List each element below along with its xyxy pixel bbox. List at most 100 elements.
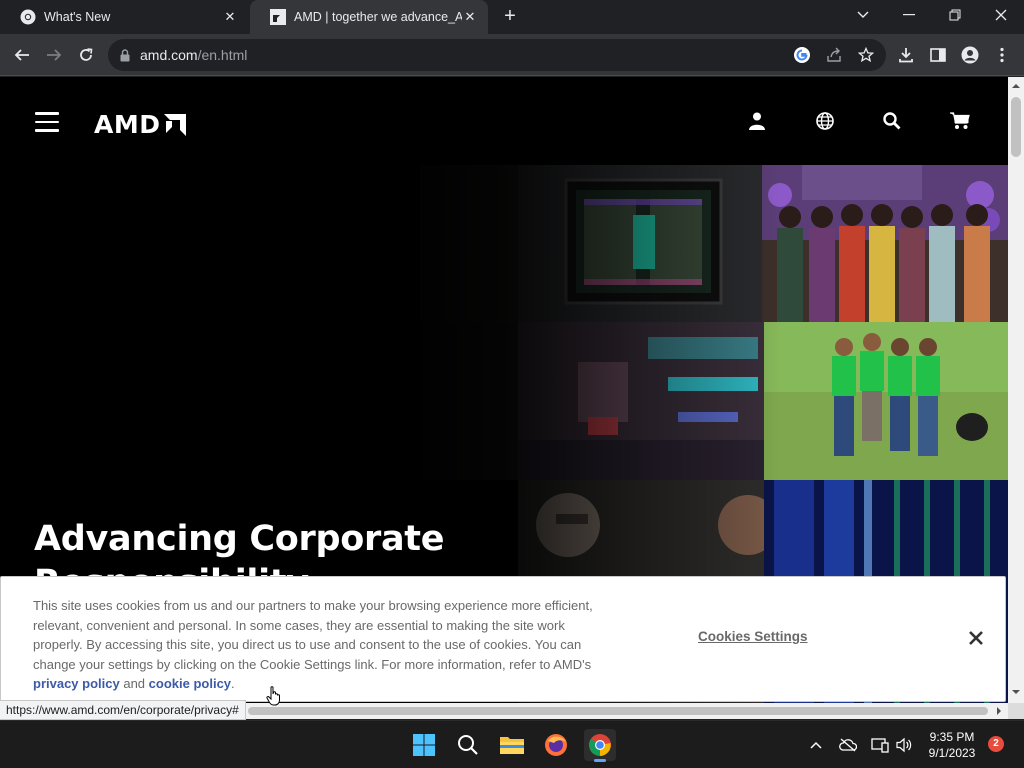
chevron-down-icon	[857, 11, 869, 18]
network-icon	[871, 738, 889, 753]
windows-taskbar: 9:35 PM 9/1/2023	[0, 720, 1024, 768]
vertical-scrollbar[interactable]	[1008, 77, 1024, 703]
network-button[interactable]	[870, 735, 890, 755]
download-icon	[899, 48, 913, 63]
cart-button[interactable]	[949, 110, 971, 132]
taskbar-clock[interactable]: 9:35 PM 9/1/2023	[918, 729, 986, 761]
restore-icon	[949, 9, 961, 21]
amd-favicon-icon	[270, 9, 286, 25]
close-icon	[969, 631, 983, 645]
google-icon	[794, 47, 810, 63]
cookie-end-punct: .	[231, 676, 235, 692]
vertical-scroll-thumb[interactable]	[1011, 97, 1021, 157]
chevron-up-icon	[810, 741, 822, 749]
url-host: amd.com	[140, 47, 198, 63]
tab-amd[interactable]: AMD | together we advance_AI ✕	[250, 0, 488, 34]
arrow-left-icon	[14, 49, 29, 61]
tab-search-button[interactable]	[840, 0, 886, 30]
clock-time: 9:35 PM	[929, 730, 975, 744]
downloads-button[interactable]	[895, 44, 917, 66]
bookmark-button[interactable]	[855, 44, 877, 66]
share-button[interactable]	[823, 44, 845, 66]
site-search-button[interactable]	[881, 110, 903, 132]
tab-title: AMD | together we advance_AI	[294, 10, 462, 24]
more-vertical-icon	[1000, 47, 1004, 63]
side-panel-icon	[930, 48, 946, 62]
speaker-icon	[896, 737, 912, 753]
arrow-right-icon	[47, 49, 62, 61]
tab-close-icon[interactable]: ✕	[462, 9, 478, 25]
url-path: /en.html	[197, 47, 248, 63]
onedrive-button[interactable]	[838, 735, 858, 755]
language-button[interactable]	[814, 110, 836, 132]
notification-badge[interactable]: 2	[988, 736, 1004, 752]
horizontal-scroll-thumb[interactable]	[248, 707, 988, 715]
reload-icon	[80, 48, 93, 61]
reload-button[interactable]	[74, 43, 98, 67]
cookie-body-text: This site uses cookies from us and our p…	[33, 598, 593, 672]
firefox-button[interactable]	[540, 729, 572, 761]
hero-image-womens-forum	[762, 165, 1008, 322]
privacy-policy-link[interactable]: privacy policy	[33, 676, 120, 691]
minimize-icon	[903, 14, 915, 16]
site-header: AMD	[0, 77, 1008, 165]
google-lens-button[interactable]	[791, 44, 813, 66]
active-app-indicator	[594, 759, 606, 762]
scroll-down-icon[interactable]	[1008, 685, 1024, 699]
tab-title: What's New	[44, 10, 111, 24]
cart-icon	[950, 112, 970, 129]
globe-icon	[816, 112, 834, 130]
restore-button[interactable]	[932, 0, 978, 30]
search-icon	[458, 735, 478, 755]
scroll-up-icon[interactable]	[1008, 79, 1024, 93]
forward-button[interactable]	[42, 43, 66, 67]
hamburger-line	[35, 129, 59, 132]
windows-logo-icon	[413, 734, 435, 756]
chrome-favicon-icon	[20, 9, 36, 25]
taskbar-search-button[interactable]	[452, 729, 484, 761]
cookies-settings-button[interactable]: Cookies Settings	[698, 629, 808, 644]
page-viewport: AMD Advancing Corporate This site uses c…	[0, 77, 1008, 703]
show-hidden-icons-button[interactable]	[806, 735, 826, 755]
new-tab-button[interactable]: +	[500, 6, 520, 27]
tab-strip: What's New ✕ AMD | together we advance_A…	[0, 0, 1024, 34]
hand-cursor-icon	[266, 686, 280, 706]
profile-button[interactable]	[959, 44, 981, 66]
share-icon	[827, 47, 841, 62]
account-button[interactable]	[746, 110, 768, 132]
close-window-button[interactable]	[978, 0, 1024, 30]
tab-whats-new[interactable]: What's New ✕	[0, 0, 248, 34]
scroll-right-icon[interactable]	[992, 703, 1006, 719]
amd-arrow-logo-icon	[164, 113, 187, 136]
search-icon	[883, 112, 901, 130]
link-status-bubble: https://www.amd.com/en/corporate/privacy…	[0, 700, 246, 720]
chrome-taskbar-button[interactable]	[584, 729, 616, 762]
lock-icon	[120, 48, 130, 61]
address-bar[interactable]: amd.com/en.html	[108, 39, 886, 71]
hamburger-line	[35, 112, 59, 115]
minimize-button[interactable]	[886, 0, 932, 30]
logo-text: AMD	[94, 110, 161, 139]
hamburger-line	[35, 120, 59, 124]
folder-icon	[500, 737, 524, 754]
user-icon	[749, 112, 765, 130]
profile-icon	[961, 46, 979, 64]
menu-button[interactable]	[35, 112, 59, 132]
volume-button[interactable]	[894, 735, 914, 755]
cookie-policy-link[interactable]: cookie policy	[149, 676, 231, 691]
chrome-icon	[589, 734, 611, 756]
tab-close-icon[interactable]: ✕	[222, 9, 238, 25]
firefox-icon	[545, 734, 567, 756]
clock-date: 9/1/2023	[928, 746, 976, 760]
scrollbar-corner	[1008, 703, 1024, 719]
cookie-and-text: and	[123, 676, 146, 692]
back-button[interactable]	[10, 43, 34, 67]
close-icon	[995, 9, 1007, 21]
start-button[interactable]	[408, 729, 440, 761]
file-explorer-button[interactable]	[496, 729, 528, 761]
cookie-close-button[interactable]	[967, 629, 985, 647]
url-text: amd.com/en.html	[140, 47, 247, 63]
chrome-menu-button[interactable]	[991, 44, 1013, 66]
side-panel-button[interactable]	[927, 44, 949, 66]
amd-logo[interactable]: AMD	[94, 110, 187, 139]
